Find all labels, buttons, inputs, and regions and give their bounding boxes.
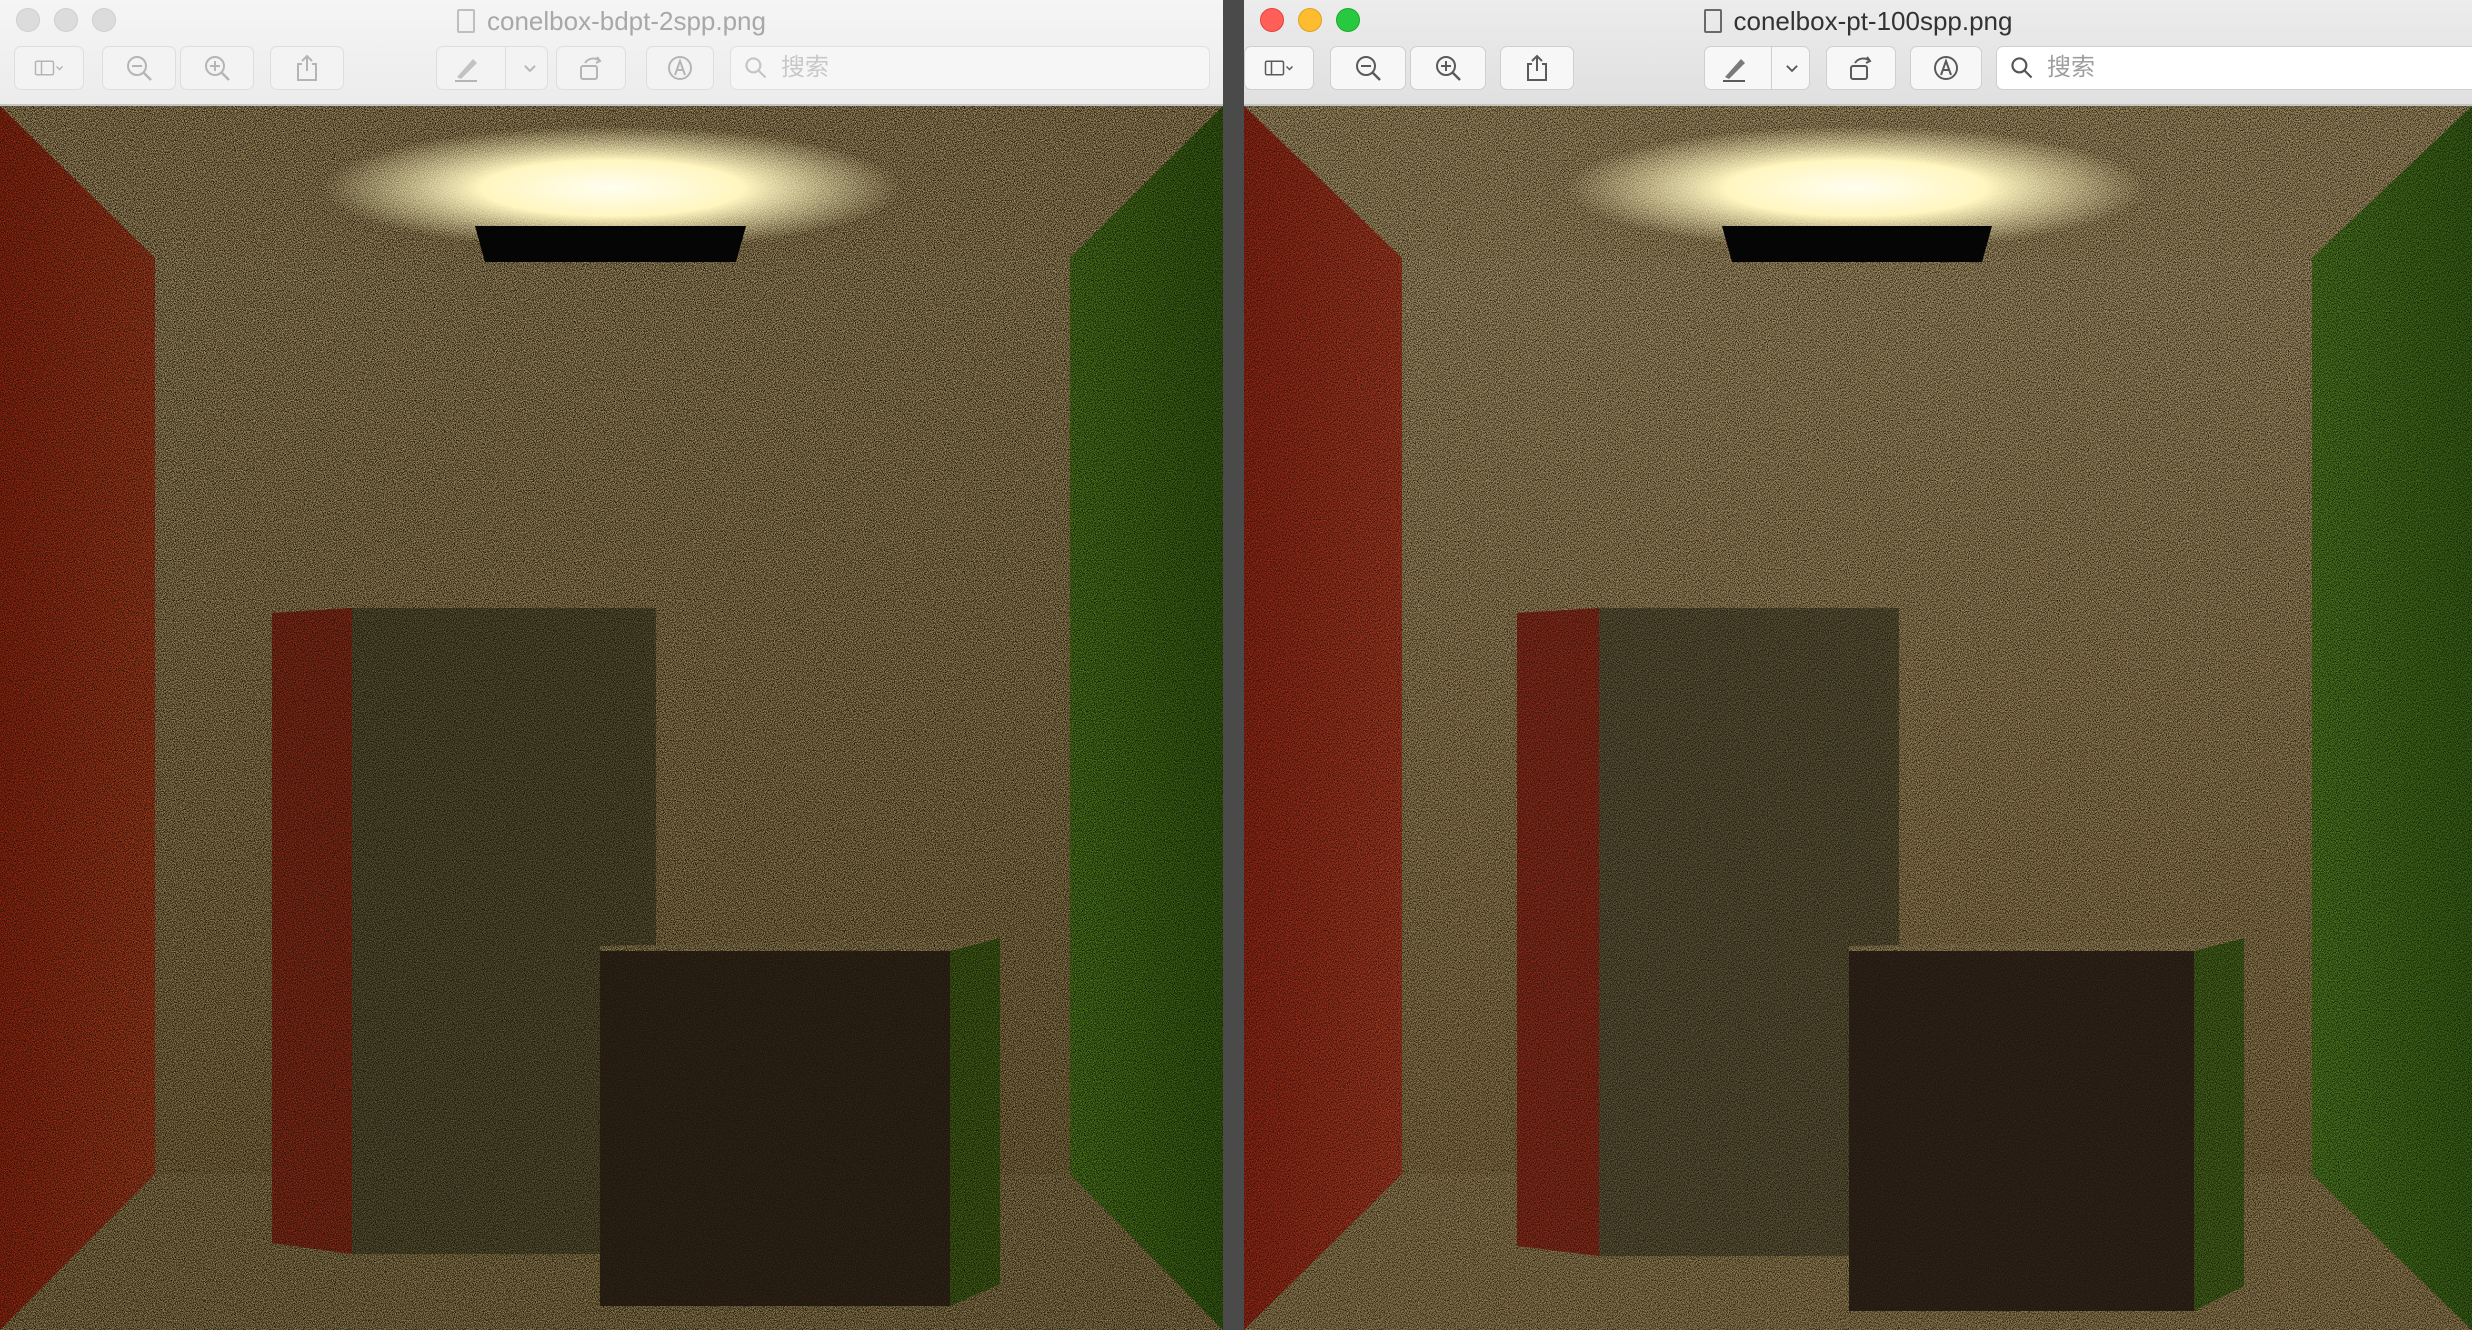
toolbar — [1244, 46, 2472, 90]
rotate-button[interactable] — [556, 46, 626, 90]
sidebar-toggle-button[interactable] — [1244, 46, 1314, 90]
zoom-in-button[interactable] — [1410, 46, 1486, 90]
sidebar-icon — [34, 60, 64, 76]
cornell-box-render-bdpt — [0, 106, 1223, 1330]
document-icon — [457, 9, 475, 33]
rendered-image — [1244, 106, 2472, 1330]
share-icon — [297, 54, 317, 81]
title-bar[interactable]: conelbox-pt-100spp.png — [1244, 0, 2472, 106]
window-title-text: conelbox-bdpt-2spp.png — [487, 5, 766, 36]
search-input[interactable] — [779, 53, 983, 83]
search-icon — [745, 57, 767, 79]
window-title: conelbox-pt-100spp.png — [1244, 4, 2472, 38]
window-gap — [1223, 0, 1244, 1330]
document-icon — [1703, 9, 1722, 33]
search-field[interactable] — [1996, 46, 2472, 90]
annotate-button[interactable] — [1910, 46, 1982, 90]
zoom-out-button[interactable] — [1330, 46, 1406, 90]
search-icon — [2011, 57, 2033, 79]
zoom-in-icon — [1436, 56, 1461, 81]
pen-icon — [455, 59, 477, 82]
annotate-icon — [668, 56, 692, 80]
annotate-icon — [1934, 56, 1958, 80]
zoom-out-icon — [1356, 56, 1381, 81]
title-bar[interactable]: conelbox-bdpt-2spp.png — [0, 0, 1223, 106]
chevron-down-icon — [1786, 65, 1798, 73]
window-title-text: conelbox-pt-100spp.png — [1733, 5, 2013, 36]
markup-button[interactable] — [436, 46, 548, 90]
light-fixture — [475, 226, 746, 262]
chevron-down-icon — [524, 65, 536, 73]
share-button[interactable] — [270, 46, 344, 90]
rotate-button[interactable] — [1826, 46, 1896, 90]
preview-window-right: conelbox-pt-100spp.png — [1244, 0, 2472, 1330]
rotate-icon — [1850, 56, 1872, 80]
zoom-out-button[interactable] — [102, 46, 176, 90]
search-field[interactable] — [730, 46, 1210, 90]
preview-window-left: conelbox-bdpt-2spp.png — [0, 0, 1223, 1330]
search-input[interactable] — [2045, 53, 2249, 83]
toolbar — [0, 46, 1223, 90]
rendered-image — [0, 106, 1223, 1330]
window-title: conelbox-bdpt-2spp.png — [0, 4, 1223, 38]
light-fixture — [1722, 226, 1992, 262]
zoom-in-button[interactable] — [180, 46, 254, 90]
markup-button[interactable] — [1704, 46, 1810, 90]
sidebar-toggle-button[interactable] — [14, 46, 84, 90]
zoom-in-icon — [205, 56, 230, 81]
sidebar-icon — [1264, 60, 1294, 76]
pen-icon — [1723, 59, 1745, 82]
cornell-box-render-pt — [1244, 106, 2472, 1330]
zoom-out-icon — [127, 56, 152, 81]
rotate-icon — [580, 56, 602, 80]
share-button[interactable] — [1500, 46, 1574, 90]
share-icon — [1527, 54, 1547, 81]
annotate-button[interactable] — [646, 46, 714, 90]
